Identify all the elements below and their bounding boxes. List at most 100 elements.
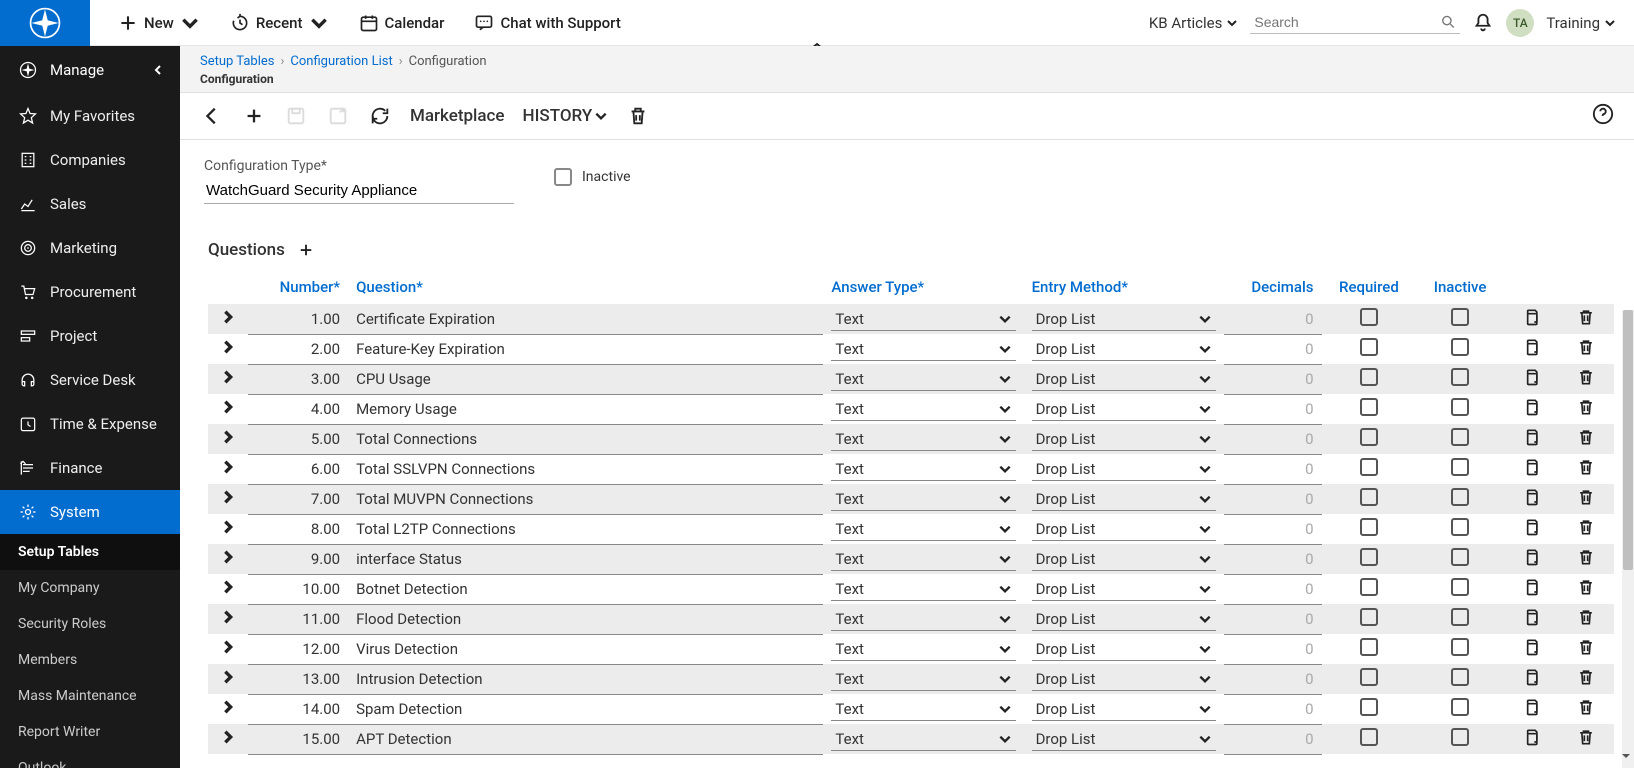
question-cell[interactable]: Total L2TP Connections [348,514,823,544]
refresh-button[interactable] [368,104,392,128]
question-cell[interactable]: Memory Usage [348,394,823,424]
sidebar-sub-report-writer[interactable]: Report Writer [0,714,180,750]
delete-row-button[interactable] [1559,544,1614,574]
question-cell[interactable]: Feature-Key Expiration [348,334,823,364]
collapse-sidebar-icon[interactable] [152,64,164,76]
entry-method-select[interactable]: Drop List [1024,484,1224,514]
answer-type-select[interactable]: Text [823,394,1023,424]
inactive-checkbox[interactable] [1416,544,1504,574]
number-cell[interactable]: 13.00 [248,664,348,694]
entry-method-select[interactable]: Drop List [1024,394,1224,424]
save-button[interactable] [284,104,308,128]
required-checkbL[interactable] [1322,454,1417,484]
expand-row-button[interactable] [208,484,248,514]
sidebar-item-finance[interactable]: Finance [0,446,180,490]
inactive-checkbox[interactable] [554,168,572,186]
copy-row-button[interactable] [1504,724,1559,754]
config-type-input[interactable] [204,178,514,204]
copy-row-button[interactable] [1504,364,1559,394]
expand-row-button[interactable] [208,514,248,544]
delete-row-button[interactable] [1559,334,1614,364]
question-cell[interactable]: Total SSLVPN Connections [348,454,823,484]
inactive-checkbox[interactable] [1416,484,1504,514]
required-checkbL[interactable] [1322,394,1417,424]
question-cell[interactable]: Flood Detection [348,604,823,634]
delete-row-button[interactable] [1559,424,1614,454]
expand-row-button[interactable] [208,574,248,604]
delete-row-button[interactable] [1559,394,1614,424]
answer-type-select[interactable]: Text [823,424,1023,454]
sidebar-sub-mass-maintenance[interactable]: Mass Maintenance [0,678,180,714]
entry-method-select[interactable]: Drop List [1024,544,1224,574]
entry-method-select[interactable]: Drop List [1024,604,1224,634]
sidebar-item-my-favorites[interactable]: My Favorites [0,94,180,138]
question-cell[interactable]: Botnet Detection [348,574,823,604]
col-number[interactable]: Number* [248,274,348,304]
number-cell[interactable]: 15.00 [248,724,348,754]
inactive-checkbox[interactable] [1416,424,1504,454]
delete-button[interactable] [626,104,650,128]
chat-button[interactable]: Chat with Support [474,13,620,33]
question-cell[interactable]: Intrusion Detection [348,664,823,694]
delete-row-button[interactable] [1559,454,1614,484]
decimals-cell[interactable]: 0 [1224,334,1322,364]
inactive-checkbox[interactable] [1416,334,1504,364]
copy-row-button[interactable] [1504,634,1559,664]
sidebar-item-sales[interactable]: Sales [0,182,180,226]
delete-row-button[interactable] [1559,364,1614,394]
inactive-checkbox[interactable] [1416,634,1504,664]
required-checkbL[interactable] [1322,484,1417,514]
col-required[interactable]: Required [1322,274,1417,304]
sidebar-item-procurement[interactable]: Procurement [0,270,180,314]
question-cell[interactable]: Spam Detection [348,694,823,724]
entry-method-select[interactable]: Drop List [1024,634,1224,664]
decimals-cell[interactable]: 0 [1224,574,1322,604]
scroll-down-icon[interactable] [1620,750,1632,766]
recent-button[interactable]: Recent [230,13,329,33]
entry-method-select[interactable]: Drop List [1024,364,1224,394]
question-cell[interactable]: Total MUVPN Connections [348,484,823,514]
copy-row-button[interactable] [1504,304,1559,334]
number-cell[interactable]: 4.00 [248,394,348,424]
question-cell[interactable]: interface Status [348,544,823,574]
answer-type-select[interactable]: Text [823,304,1023,334]
user-menu[interactable]: Training [1546,14,1616,32]
inactive-checkbox[interactable] [1416,694,1504,724]
entry-method-select[interactable]: Drop List [1024,424,1224,454]
copy-row-button[interactable] [1504,454,1559,484]
number-cell[interactable]: 6.00 [248,454,348,484]
sidebar-item-project[interactable]: Project [0,314,180,358]
expand-row-button[interactable] [208,304,248,334]
avatar[interactable]: TA [1506,9,1534,37]
number-cell[interactable]: 1.00 [248,304,348,334]
search-box[interactable] [1250,11,1460,34]
decimals-cell[interactable]: 0 [1224,424,1322,454]
copy-row-button[interactable] [1504,664,1559,694]
answer-type-select[interactable]: Text [823,724,1023,754]
inactive-checkbox[interactable] [1416,574,1504,604]
inactive-checkbox[interactable] [1416,664,1504,694]
inactive-checkbox[interactable] [1416,454,1504,484]
decimals-cell[interactable]: 0 [1224,394,1322,424]
copy-row-button[interactable] [1504,694,1559,724]
number-cell[interactable]: 5.00 [248,424,348,454]
entry-method-select[interactable]: Drop List [1024,574,1224,604]
number-cell[interactable]: 10.00 [248,574,348,604]
scrollbar-thumb[interactable] [1623,310,1633,570]
col-question[interactable]: Question* [348,274,823,304]
entry-method-select[interactable]: Drop List [1024,334,1224,364]
answer-type-select[interactable]: Text [823,664,1023,694]
decimals-cell[interactable]: 0 [1224,514,1322,544]
delete-row-button[interactable] [1559,664,1614,694]
entry-method-select[interactable]: Drop List [1024,694,1224,724]
expand-row-button[interactable] [208,394,248,424]
expand-row-button[interactable] [208,364,248,394]
answer-type-select[interactable]: Text [823,634,1023,664]
answer-type-select[interactable]: Text [823,484,1023,514]
copy-row-button[interactable] [1504,544,1559,574]
required-checkbL[interactable] [1322,364,1417,394]
search-icon[interactable] [1440,13,1457,31]
expand-row-button[interactable] [208,664,248,694]
number-cell[interactable]: 7.00 [248,484,348,514]
add-question-button[interactable] [297,241,315,259]
